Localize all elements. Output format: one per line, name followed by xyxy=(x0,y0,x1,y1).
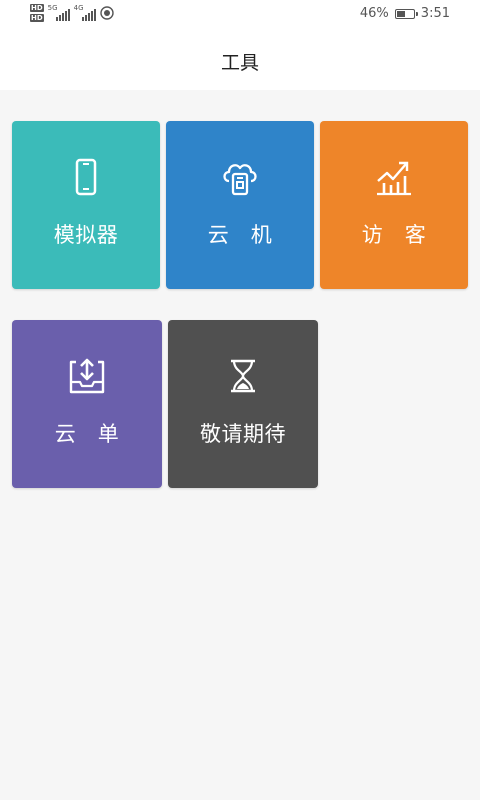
status-icons-left: HD HD 5G 4G xyxy=(30,4,114,22)
hd-badge-bottom: HD xyxy=(30,14,44,22)
tile-label: 云 机 xyxy=(207,223,273,247)
tile-label: 访 客 xyxy=(361,223,427,247)
wifi-hotspot-icon xyxy=(99,6,114,20)
hourglass-icon xyxy=(223,356,263,396)
hd-badge-top: HD xyxy=(30,4,44,12)
tile-simulator[interactable]: 模拟器 xyxy=(12,121,160,289)
tile-cloud-orders[interactable]: 云 单 xyxy=(12,320,162,488)
battery-percent: 46% xyxy=(359,6,389,21)
clock: 3:51 xyxy=(420,6,450,21)
status-icons-right: 46% 3:51 xyxy=(360,6,450,21)
tile-label: 模拟器 xyxy=(53,223,119,247)
page-title: 工具 xyxy=(220,52,259,74)
battery-icon xyxy=(394,8,418,19)
tile-label: 敬请期待 xyxy=(200,422,286,446)
signal-icon-sim2: 4G xyxy=(74,5,96,21)
chart-growth-icon xyxy=(374,157,414,197)
phone-icon xyxy=(66,157,106,197)
tile-visitors[interactable]: 访 客 xyxy=(320,121,468,289)
tile-coming-soon[interactable]: 敬请期待 xyxy=(168,320,318,488)
tile-label: 云 单 xyxy=(54,422,120,446)
top-bar: HD HD 5G 4G 46% 3:51 工具 xyxy=(0,0,480,90)
tile-cloud-phone[interactable]: 云 机 xyxy=(166,121,314,289)
tray-upload-icon xyxy=(67,356,107,396)
hd-indicator: HD HD xyxy=(30,4,44,22)
status-bar: HD HD 5G 4G 46% 3:51 xyxy=(0,0,480,30)
signal-icon-sim1: 5G xyxy=(48,5,70,21)
cloud-phone-icon xyxy=(220,157,260,197)
